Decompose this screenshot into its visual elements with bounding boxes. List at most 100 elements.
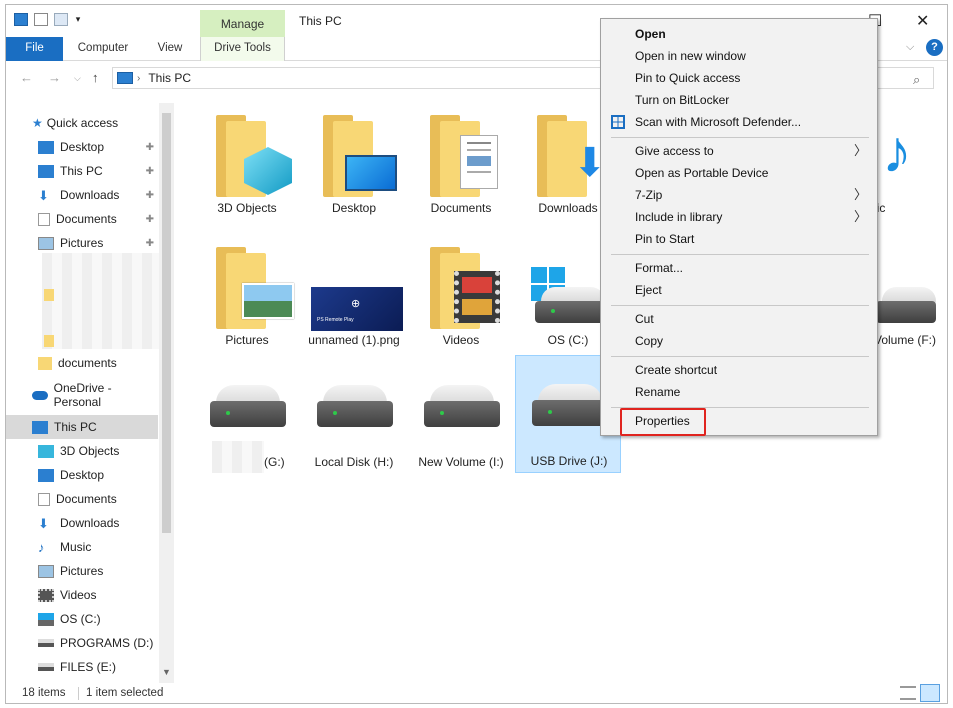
folder-documents[interactable]: Documents [408, 103, 514, 221]
sidebar-item-os-c[interactable]: OS (C:) [38, 607, 158, 631]
gamepad-icon: ⊕ [351, 298, 361, 310]
folder-desktop[interactable]: Desktop [301, 103, 407, 221]
sidebar-item-this-pc[interactable]: This PC [6, 415, 158, 439]
details-view-icon[interactable] [900, 686, 916, 700]
sidebar-item-this-pc-pinned[interactable]: This PC ✚ [38, 159, 158, 183]
file-unnamed-png[interactable]: ⊕ PS Remote Play unnamed (1).png [301, 235, 407, 353]
status-bar: 18 items 1 item selected [6, 683, 947, 703]
breadcrumb-separator-icon: › [137, 72, 141, 84]
menu-item-format[interactable]: Format... [601, 257, 877, 279]
blurred-sidebar-items [42, 253, 164, 349]
tab-file[interactable]: File [6, 37, 63, 61]
sidebar-item-pictures[interactable]: Pictures [38, 559, 158, 583]
menu-item-open-new-window[interactable]: Open in new window [601, 45, 877, 67]
sidebar-item-documents-folder[interactable]: documents [38, 351, 158, 375]
sidebar-scrollbar[interactable] [159, 103, 174, 683]
folder-videos[interactable]: Videos [408, 235, 514, 353]
drive-new-volume-i[interactable]: New Volume (I:) [408, 357, 514, 475]
film-icon [38, 588, 54, 602]
menu-item-7zip[interactable]: 7-Zip 〉 [601, 184, 877, 206]
folder-3d-objects[interactable]: 3D Objects [194, 103, 300, 221]
windows-drive-icon [38, 612, 54, 626]
menu-item-bitlocker[interactable]: Turn on BitLocker [601, 89, 877, 111]
sidebar-item-documents-pc[interactable]: Documents [38, 487, 158, 511]
tab-computer[interactable]: Computer [72, 37, 134, 61]
sidebar-item-downloads-pc[interactable]: ⬇ Downloads [38, 511, 158, 535]
document-icon [38, 492, 50, 506]
film-strip-icon [454, 271, 500, 323]
properties-highlight-box [620, 408, 706, 436]
up-arrow-icon[interactable]: ↑ [92, 70, 99, 85]
back-arrow-icon[interactable]: ← [20, 70, 33, 85]
quick-access-toolbar: ▾ [14, 13, 82, 26]
monitor-icon [345, 155, 397, 191]
document-icon [460, 135, 498, 189]
sidebar-item-downloads-pinned[interactable]: ⬇ Downloads ✚ [38, 183, 158, 207]
menu-item-give-access[interactable]: Give access to 〉 [601, 140, 877, 162]
pictures-icon [38, 236, 54, 250]
ribbon-expand-chevron-icon[interactable]: ⌵ [906, 41, 914, 54]
sidebar-item-3d-objects[interactable]: 3D Objects [38, 439, 158, 463]
menu-item-eject[interactable]: Eject [601, 279, 877, 301]
3d-cube-icon [38, 444, 54, 458]
item-count: 18 items [22, 687, 66, 699]
sidebar-item-onedrive[interactable]: OneDrive - Personal [32, 381, 160, 409]
scroll-down-arrow-icon[interactable]: ▼ [162, 667, 171, 677]
selection-count: 1 item selected [86, 687, 164, 699]
forward-arrow-icon[interactable]: → [48, 70, 61, 85]
manage-contextual-tab[interactable]: Manage [200, 10, 285, 39]
close-button[interactable]: ✕ [916, 11, 929, 31]
sidebar-item-files-e[interactable]: FILES (E:) [38, 655, 158, 679]
properties-check-icon[interactable] [34, 13, 48, 26]
menu-item-rename[interactable]: Rename [601, 381, 877, 403]
tab-drive-tools[interactable]: Drive Tools [200, 37, 285, 61]
ps-remote-play-thumbnail: ⊕ PS Remote Play [311, 287, 403, 331]
this-pc-icon [117, 72, 133, 84]
sidebar-item-desktop[interactable]: Desktop ✚ [38, 135, 158, 159]
recent-chevron-icon[interactable]: ⌵ [74, 73, 81, 84]
help-icon[interactable]: ? [926, 39, 943, 56]
menu-item-copy[interactable]: Copy [601, 330, 877, 352]
breadcrumb[interactable]: This PC [148, 71, 191, 85]
tab-view[interactable]: View [152, 37, 188, 61]
menu-item-include-library[interactable]: Include in library 〉 [601, 206, 877, 228]
window-title: This PC [299, 14, 342, 28]
menu-item-create-shortcut[interactable]: Create shortcut [601, 359, 877, 381]
sidebar-item-music[interactable]: ♪ Music [38, 535, 158, 559]
landscape-image-icon [242, 283, 294, 319]
menu-item-open[interactable]: Open [601, 23, 877, 45]
new-folder-icon[interactable] [54, 13, 68, 26]
menu-item-portable-device[interactable]: Open as Portable Device [601, 162, 877, 184]
search-icon[interactable]: ⌕ [913, 72, 920, 88]
folder-icon [44, 289, 54, 301]
menu-item-pin-start[interactable]: Pin to Start [601, 228, 877, 250]
music-note-icon: ♪ [38, 539, 45, 555]
sidebar-item-programs-d[interactable]: PROGRAMS (D:) [38, 631, 158, 655]
folder-pictures[interactable]: Pictures [194, 235, 300, 353]
pictures-icon [38, 564, 54, 578]
drive-icon [38, 639, 54, 647]
this-pc-icon[interactable] [14, 13, 28, 26]
drive-icon [876, 287, 936, 327]
scrollbar-thumb[interactable] [162, 113, 171, 533]
sidebar-item-desktop-pc[interactable]: Desktop [38, 463, 158, 487]
sidebar-item-videos[interactable]: Videos [38, 583, 158, 607]
folder-icon [38, 356, 52, 370]
menu-item-scan-defender[interactable]: Scan with Microsoft Defender... [601, 111, 877, 133]
sidebar-item-quick-access[interactable]: ★ Quick access [32, 111, 174, 135]
desktop-icon [38, 140, 54, 154]
pc-icon [38, 164, 54, 178]
drive-icon [424, 385, 500, 431]
menu-item-pin-quick-access[interactable]: Pin to Quick access [601, 67, 877, 89]
sidebar-item-pictures-pinned[interactable]: Pictures ✚ [38, 231, 158, 255]
drive-g[interactable]: (G:) [194, 357, 300, 475]
large-icons-view-icon[interactable] [920, 684, 940, 702]
folder-icon [44, 335, 54, 347]
drive-icon [535, 287, 611, 327]
sidebar-item-documents-pinned[interactable]: Documents ✚ [38, 207, 158, 231]
blurred-drive-label [212, 441, 264, 473]
menu-separator [611, 137, 869, 138]
menu-item-cut[interactable]: Cut [601, 308, 877, 330]
drive-local-disk-h[interactable]: Local Disk (H:) [301, 357, 407, 475]
customize-qat-chevron-icon[interactable]: ▾ [74, 13, 82, 26]
